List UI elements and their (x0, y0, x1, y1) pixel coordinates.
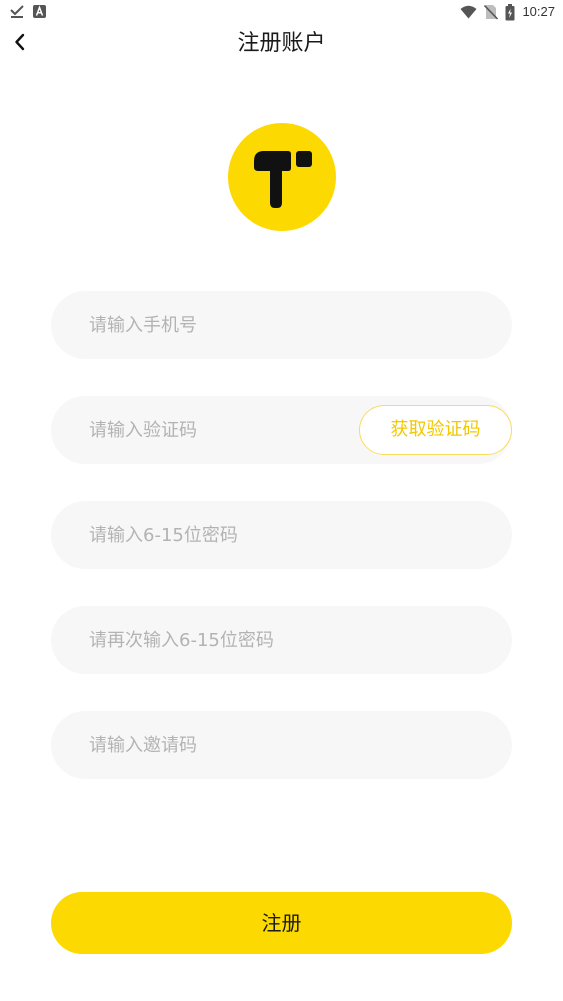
letter-t-logo-icon (254, 151, 312, 208)
get-code-button[interactable]: 获取验证码 (359, 405, 512, 455)
chevron-left-icon (13, 32, 27, 56)
status-time: 10:27 (522, 4, 555, 19)
wifi-icon (460, 5, 477, 19)
password-input[interactable] (89, 501, 469, 569)
download-done-icon (10, 4, 24, 18)
phone-field (51, 291, 512, 359)
page-title: 注册账户 (237, 31, 326, 56)
app-logo (228, 123, 336, 231)
status-right: 10:27 (460, 3, 555, 21)
status-left (10, 4, 46, 18)
confirm-password-field (51, 606, 512, 674)
invite-code-field (51, 711, 512, 779)
verification-code-field: 获取验证码 (51, 396, 512, 464)
no-sim-icon (484, 4, 499, 20)
status-bar: 10:27 (0, 0, 563, 24)
back-button[interactable] (6, 28, 34, 60)
confirm-password-input[interactable] (89, 606, 469, 674)
notification-a-icon (33, 4, 46, 18)
register-button[interactable]: 注册 (51, 892, 512, 954)
password-field (51, 501, 512, 569)
battery-charging-icon (505, 3, 515, 21)
phone-input[interactable] (89, 291, 469, 359)
verification-code-input[interactable] (89, 396, 349, 464)
invite-code-input[interactable] (89, 711, 469, 779)
